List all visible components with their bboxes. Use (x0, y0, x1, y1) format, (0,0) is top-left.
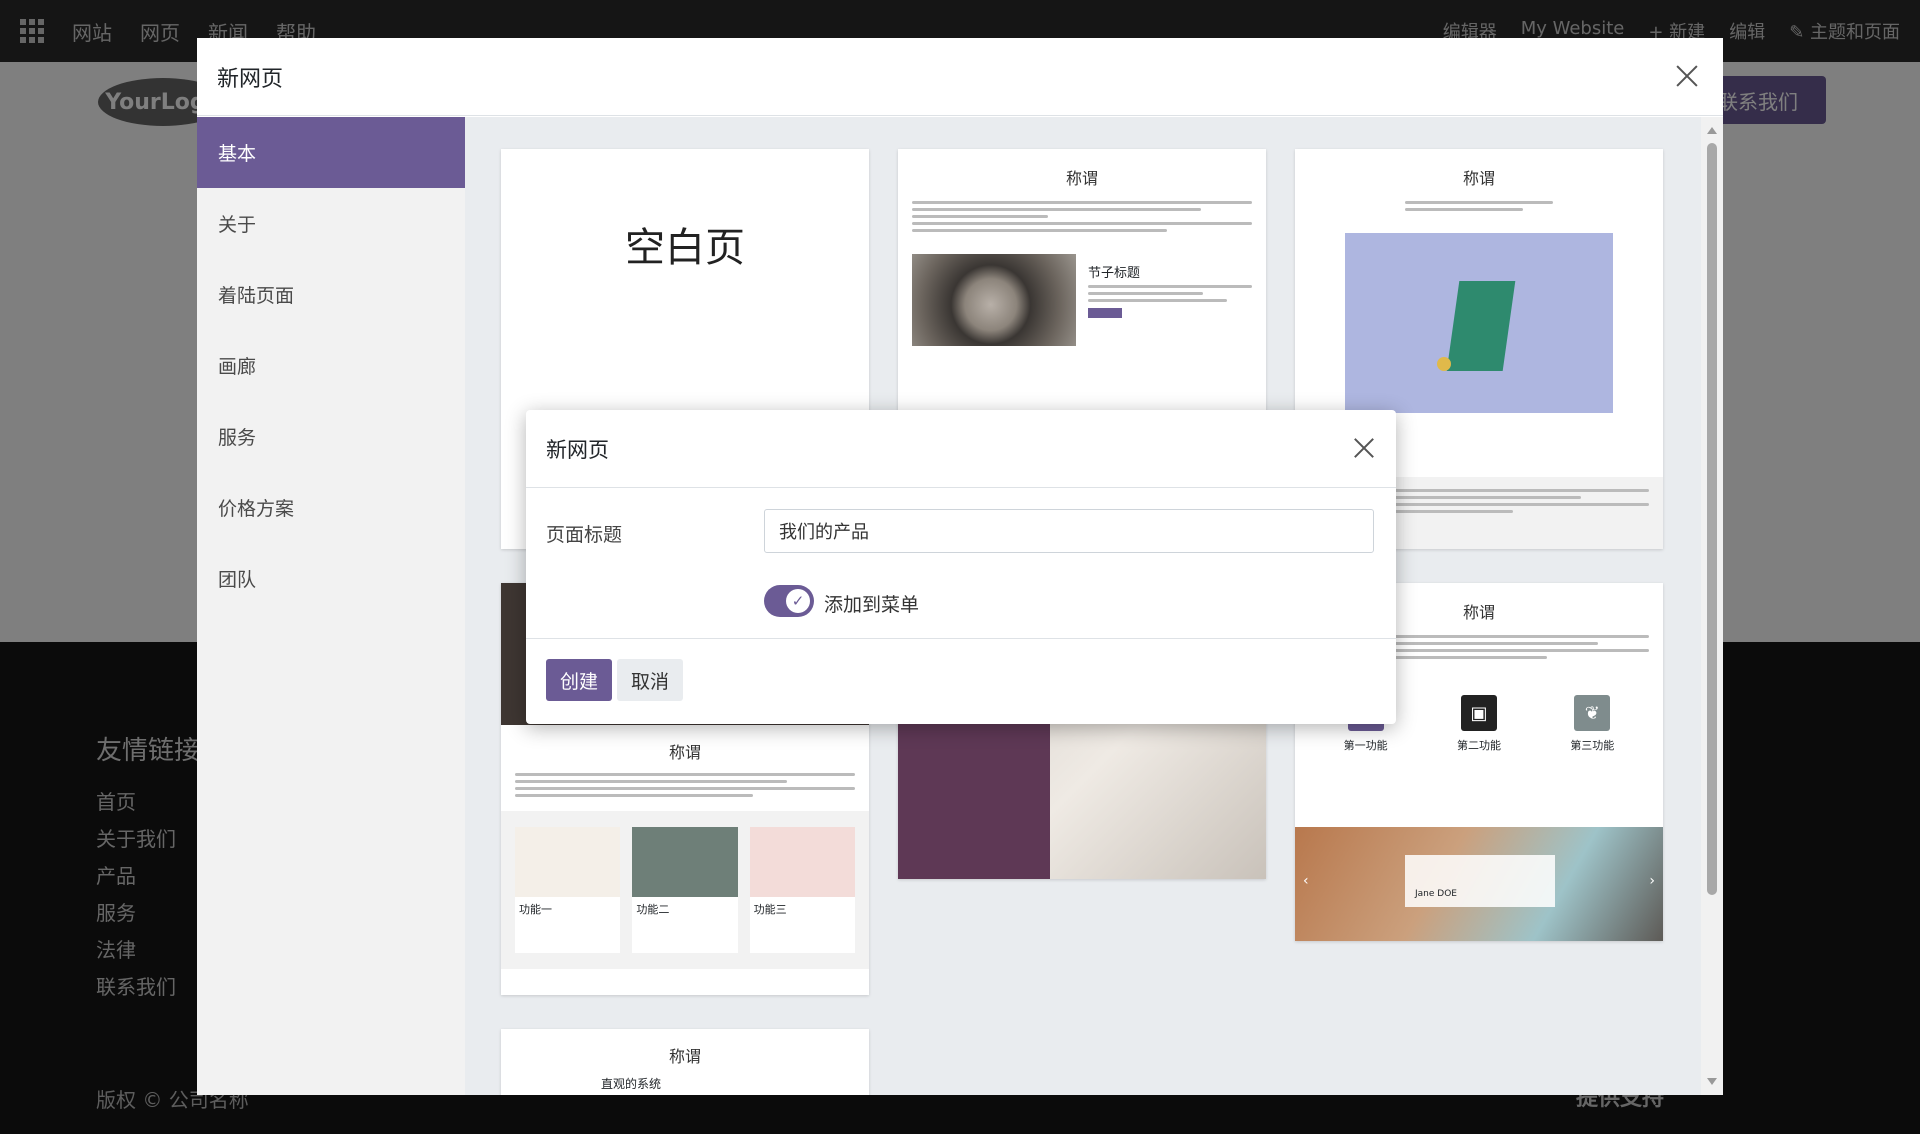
scrollbar-thumb[interactable] (1707, 143, 1717, 895)
card-text-lines (501, 773, 869, 797)
cancel-button[interactable]: 取消 (617, 659, 683, 701)
page-title-label: 页面标题 (546, 524, 623, 546)
image-icon: ▣ (1460, 695, 1497, 731)
quote-author: Jane DOE (1415, 889, 1457, 899)
new-page-header: 新网页 (526, 410, 1396, 488)
subtitle: 节子标题 (1088, 266, 1141, 281)
card-title: 称谓 (1462, 169, 1495, 188)
category-gallery[interactable]: 画廊 (197, 330, 465, 401)
plant-image (515, 827, 621, 897)
category-about[interactable]: 关于 (197, 188, 465, 259)
feature-title: 第一功能 (1343, 739, 1388, 752)
new-page-footer: 创建 取消 (526, 638, 1396, 724)
card-title: 称谓 (668, 1047, 701, 1066)
feature-title: 功能一 (519, 903, 552, 916)
blank-page-label: 空白页 (625, 225, 745, 271)
add-to-menu-toggle[interactable]: ✓ (764, 585, 814, 617)
category-team[interactable]: 团队 (197, 543, 465, 614)
mini-button (1088, 308, 1122, 318)
features-row: 功能一 功能二 功能三 (501, 811, 869, 969)
feature-title: 第三功能 (1570, 739, 1615, 752)
new-page-dialog: 新网页 页面标题 ✓ 添加到菜单 创建 取消 (526, 410, 1396, 724)
template-category-sidebar: 基本 关于 着陆页面 画廊 服务 价格方案 团队 (197, 117, 465, 1095)
close-icon[interactable] (1348, 432, 1380, 464)
template-card-system[interactable]: 称谓 直观的系统 (501, 1029, 869, 1095)
plant-image (632, 827, 738, 897)
carousel: ‹ Jane DOE › (1295, 827, 1663, 941)
close-icon[interactable] (1669, 58, 1705, 94)
glass-shape (1446, 281, 1516, 371)
new-page-title: 新网页 (546, 437, 609, 462)
category-landing[interactable]: 着陆页面 (197, 259, 465, 330)
card-title: 称谓 (668, 743, 701, 762)
category-pricing[interactable]: 价格方案 (197, 472, 465, 543)
quote-box: Jane DOE (1405, 855, 1555, 907)
card-text-lines (898, 201, 1266, 232)
content-scrollbar[interactable] (1701, 117, 1723, 1095)
template-picker-header: 新网页 (197, 38, 1723, 116)
scroll-down-icon[interactable] (1707, 1078, 1717, 1085)
scroll-up-icon[interactable] (1707, 127, 1717, 134)
chevron-left-icon[interactable]: ‹ (1303, 873, 1309, 889)
card-title: 称谓 (1065, 169, 1098, 188)
text-image-row: 节子标题 (898, 254, 1266, 346)
chevron-right-icon[interactable]: › (1649, 873, 1655, 889)
checkmark-icon: ✓ (786, 589, 810, 613)
feature-card: 功能二 (632, 827, 738, 953)
page-title-input[interactable] (764, 509, 1374, 553)
ball-shape (1437, 357, 1451, 371)
add-to-menu-label: 添加到菜单 (824, 594, 920, 616)
feature-title: 功能二 (636, 903, 670, 916)
feature-title: 功能三 (753, 903, 787, 916)
system-text: 直观的系统 (601, 1077, 662, 1091)
category-services[interactable]: 服务 (197, 401, 465, 472)
template-picker-title: 新网页 (217, 66, 284, 92)
feature-card: 功能一 (515, 827, 621, 953)
sphere-image (912, 254, 1076, 346)
create-button[interactable]: 创建 (546, 659, 612, 701)
feature-title: 第二功能 (1456, 739, 1501, 752)
card-text-lines (1295, 201, 1663, 211)
category-basic[interactable]: 基本 (197, 117, 465, 188)
leaf-icon: ❦ (1574, 695, 1611, 731)
glass-image (1345, 233, 1613, 413)
cactus-image (749, 827, 855, 897)
feature-card: 功能三 (749, 827, 855, 953)
